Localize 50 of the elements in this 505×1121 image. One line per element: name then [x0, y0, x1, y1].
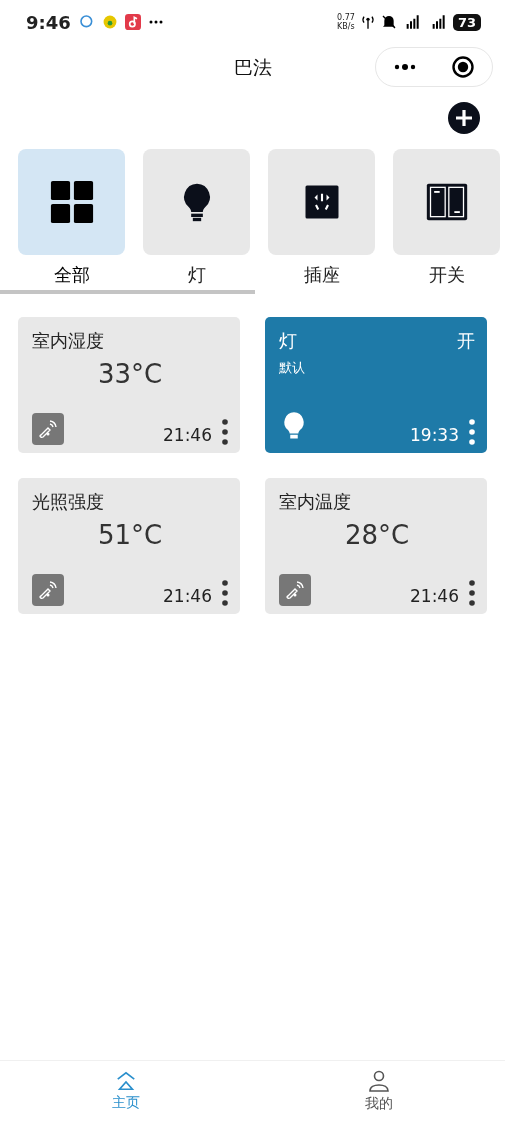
category-label[interactable]: 开关 — [428, 263, 465, 287]
device-name: 室内温度 — [279, 490, 352, 514]
device-reading: 28°C — [344, 520, 410, 550]
mute-icon — [380, 14, 397, 30]
update-time: 21:46 — [410, 586, 459, 606]
device-subtitle: 默认 — [279, 359, 306, 377]
more-icon — [393, 63, 417, 71]
category-tile[interactable] — [268, 149, 375, 255]
add-icon[interactable] — [448, 102, 480, 134]
more-icon — [469, 419, 475, 445]
device-card[interactable]: 光照强度 51°C 21:46 — [18, 478, 240, 614]
more-icon — [222, 419, 228, 445]
state-label: 开 — [457, 329, 475, 353]
sensor-icon — [32, 413, 64, 445]
device-card[interactable]: 室内温度 28°C 21:46 — [265, 478, 487, 614]
network-speed: 0.77 — [337, 13, 355, 22]
device-reading: 51°C — [97, 520, 163, 550]
close-icon — [451, 55, 475, 79]
speed-unit: KB/s — [337, 22, 355, 31]
category-label[interactable]: 全部 — [53, 263, 90, 287]
user-icon — [366, 1069, 391, 1093]
sensor-icon — [279, 574, 311, 606]
grid-icon — [48, 179, 95, 225]
category-label[interactable]: 插座 — [303, 263, 340, 287]
tab-bar-item[interactable]: 我的 — [252, 1061, 505, 1121]
more-icon — [469, 580, 475, 606]
update-time: 21:46 — [163, 425, 212, 445]
category-tile[interactable] — [393, 149, 500, 255]
device-name: 光照强度 — [32, 490, 105, 514]
page-title: 巴法 — [233, 55, 272, 80]
update-time: 19:33 — [410, 425, 459, 445]
device-card[interactable]: 室内湿度 33°C 21:46 — [18, 317, 240, 453]
status-time: 9:46 — [26, 11, 71, 33]
update-time: 21:46 — [163, 586, 212, 606]
device-name: 灯 — [279, 329, 297, 353]
sensor-icon — [32, 574, 64, 606]
category-label[interactable]: 灯 — [187, 263, 206, 287]
battery-level: 73 — [452, 13, 481, 31]
cherry-icon — [102, 15, 117, 29]
more-icon — [148, 20, 163, 24]
device-card[interactable]: 灯 开 默认 19:33 — [265, 317, 487, 453]
chat-icon — [78, 14, 95, 30]
socket-icon — [303, 184, 340, 220]
category-tile[interactable] — [143, 149, 250, 255]
tab-bar-item[interactable]: 主页 — [0, 1061, 253, 1121]
music-app-icon — [124, 14, 141, 30]
device-name: 室内湿度 — [32, 329, 105, 353]
more-icon — [222, 580, 228, 606]
device-reading: 33°C — [97, 359, 163, 389]
category-tile[interactable] — [18, 149, 125, 255]
